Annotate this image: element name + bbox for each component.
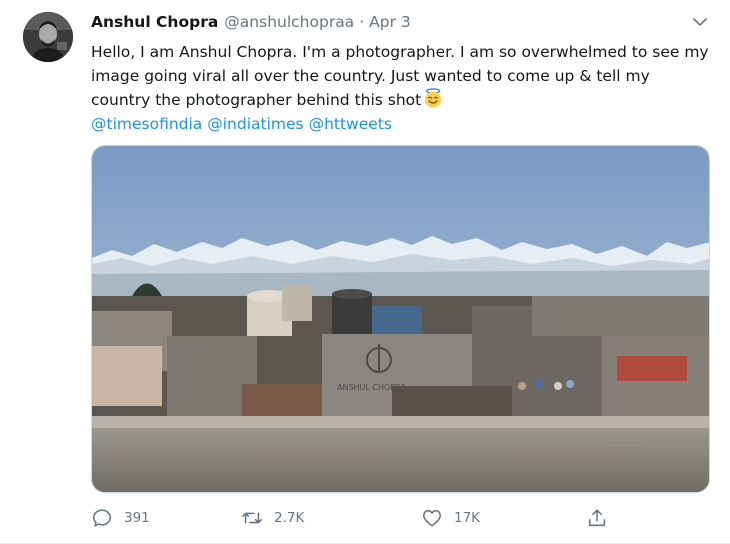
tweet-header: Anshul Chopra @anshulchopraa · Apr 3 — [91, 13, 411, 35]
smiling-face-with-halo-icon — [425, 88, 442, 108]
like-count: 17K — [454, 510, 481, 526]
tweet-photo[interactable]: ANSHUL CHOPRA — [91, 145, 710, 493]
mentions-line: @timesofindia @indiatimes @httweets — [91, 112, 711, 136]
display-name[interactable]: Anshul Chopra — [91, 13, 218, 31]
heart-icon — [422, 509, 442, 527]
user-handle[interactable]: @anshulchopraa — [224, 13, 354, 31]
tweet-text: Hello, I am Anshul Chopra. I'm a photogr… — [91, 40, 711, 136]
share-icon — [588, 509, 606, 527]
retweet-count: 2.7K — [274, 510, 305, 526]
tweet-body: Hello, I am Anshul Chopra. I'm a photogr… — [91, 40, 711, 112]
avatar[interactable] — [23, 12, 73, 62]
tweet-body-text: Hello, I am Anshul Chopra. I'm a photogr… — [91, 43, 709, 109]
chevron-down-icon[interactable] — [692, 14, 708, 30]
tweet-card[interactable]: Anshul Chopra @anshulchopraa · Apr 3 Hel… — [0, 0, 730, 544]
retweet-button[interactable]: 2.7K — [241, 507, 304, 529]
separator-dot: · — [359, 13, 365, 31]
avatar-photo — [23, 12, 73, 62]
share-button[interactable] — [586, 507, 608, 529]
tweet-actions: 391 2.7K 17K — [91, 507, 631, 531]
mention-link[interactable]: @httweets — [309, 115, 392, 133]
reply-icon — [92, 509, 112, 527]
tweet-date[interactable]: Apr 3 — [369, 13, 411, 31]
mention-link[interactable]: @timesofindia — [91, 115, 202, 133]
retweet-icon — [242, 512, 262, 524]
mention-link[interactable]: @indiatimes — [207, 115, 303, 133]
like-button[interactable]: 17K — [421, 507, 480, 529]
reply-button[interactable]: 391 — [91, 507, 150, 529]
himalaya-rooftops-photo: ANSHUL CHOPRA — [92, 146, 709, 492]
reply-count: 391 — [124, 510, 150, 526]
